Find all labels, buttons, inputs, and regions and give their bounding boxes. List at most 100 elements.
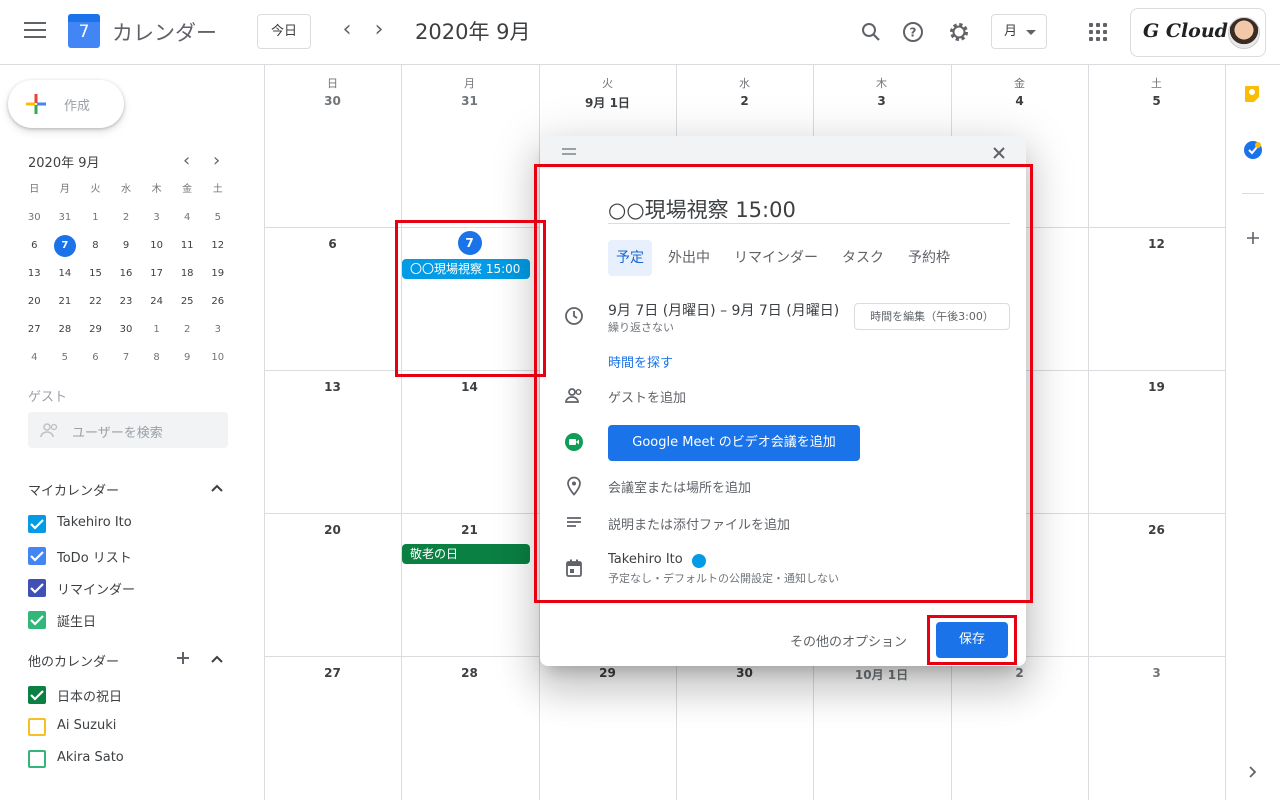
mini-day[interactable]: 2 — [111, 204, 142, 232]
calendar-list-item[interactable]: Takehiro Ito — [28, 511, 228, 535]
checkbox-checked-icon[interactable] — [28, 547, 46, 565]
event-date-range[interactable]: 9月 7日 (月曜日) – 9月 7日 (月曜日) — [608, 300, 839, 320]
mini-day[interactable]: 9 — [111, 232, 142, 260]
date-number[interactable]: 10月 1日 — [813, 666, 950, 683]
close-icon[interactable] — [990, 144, 1008, 162]
keep-icon[interactable] — [1244, 85, 1260, 103]
mini-day[interactable]: 28 — [50, 316, 81, 344]
mini-day[interactable]: 24 — [141, 288, 172, 316]
mini-day[interactable]: 16 — [111, 260, 142, 288]
date-number[interactable]: 5 — [1088, 94, 1225, 108]
calendar-owner-name[interactable]: Takehiro Ito — [608, 552, 683, 567]
mini-day[interactable]: 20 — [19, 288, 50, 316]
prev-month-button[interactable]: ‹ — [336, 19, 358, 42]
tab-event-type[interactable]: 予定 — [608, 240, 652, 276]
main-menu-icon[interactable] — [24, 22, 46, 40]
date-number[interactable]: 27 — [264, 666, 401, 680]
date-number[interactable]: 19 — [1088, 380, 1225, 394]
date-number[interactable]: 4 — [951, 94, 1088, 108]
account-brand-box[interactable]: G Cloud — [1130, 8, 1266, 57]
add-google-meet-button[interactable]: Google Meet のビデオ会議を追加 — [608, 425, 860, 461]
mini-day[interactable]: 4 — [172, 204, 203, 232]
mini-day[interactable]: 8 — [80, 232, 111, 260]
date-number[interactable]: 6 — [264, 237, 401, 251]
mini-day[interactable]: 10 — [202, 344, 233, 372]
mini-day[interactable]: 9 — [172, 344, 203, 372]
mini-day[interactable]: 22 — [80, 288, 111, 316]
tab-event-type[interactable]: 外出中 — [660, 240, 718, 276]
dialog-drag-bar[interactable] — [540, 136, 1026, 168]
date-number[interactable]: 30 — [676, 666, 813, 680]
event-chip-holiday[interactable]: 敬老の日 — [402, 544, 530, 564]
date-number[interactable]: 3 — [813, 94, 950, 108]
chevron-up-icon[interactable] — [210, 652, 224, 666]
find-time-link[interactable]: 時間を探す — [608, 352, 673, 371]
event-chip-new[interactable]: 〇〇現場視察 15:00 — [402, 259, 530, 279]
calendar-list-item[interactable]: リマインダー — [28, 575, 228, 599]
mini-day[interactable]: 27 — [19, 316, 50, 344]
my-calendars-title[interactable]: マイカレンダー — [28, 480, 119, 499]
mini-day[interactable]: 4 — [19, 344, 50, 372]
today-date-number[interactable]: 7 — [401, 231, 538, 255]
date-number[interactable]: 31 — [401, 94, 538, 108]
mini-day[interactable]: 29 — [80, 316, 111, 344]
date-number[interactable]: 21 — [401, 523, 538, 537]
tasks-icon[interactable] — [1243, 140, 1263, 160]
mini-day[interactable]: 5 — [202, 204, 233, 232]
user-search-input[interactable]: ユーザーを検索 — [28, 412, 228, 448]
mini-day[interactable]: 26 — [202, 288, 233, 316]
mini-day[interactable]: 30 — [19, 204, 50, 232]
mini-day[interactable]: 11 — [172, 232, 203, 260]
calendar-list-item[interactable]: Akira Sato — [28, 746, 228, 770]
date-number[interactable]: 3 — [1088, 666, 1225, 680]
next-month-button[interactable]: › — [368, 19, 390, 42]
help-icon[interactable]: ? — [901, 20, 925, 44]
chevron-right-icon[interactable] — [1248, 765, 1258, 779]
date-number[interactable]: 14 — [401, 380, 538, 394]
mini-day[interactable]: 15 — [80, 260, 111, 288]
checkbox-unchecked-icon[interactable] — [28, 750, 46, 768]
mini-day[interactable]: 17 — [141, 260, 172, 288]
mini-day[interactable]: 3 — [141, 204, 172, 232]
drag-handle-icon[interactable] — [562, 148, 576, 158]
mini-prev-button[interactable]: ‹ — [183, 150, 190, 171]
today-button[interactable]: 今日 — [257, 14, 311, 49]
checkbox-checked-icon[interactable] — [28, 686, 46, 704]
event-title-input[interactable]: ○○現場視察 15:00 — [608, 194, 1010, 224]
mini-day[interactable]: 30 — [111, 316, 142, 344]
add-description-field[interactable]: 説明または添付ファイルを追加 — [608, 514, 790, 533]
mini-next-button[interactable]: › — [213, 150, 220, 171]
mini-day[interactable]: 14 — [50, 260, 81, 288]
mini-day[interactable]: 1 — [141, 316, 172, 344]
date-number[interactable]: 2 — [676, 94, 813, 108]
mini-day[interactable]: 31 — [50, 204, 81, 232]
date-number[interactable]: 20 — [264, 523, 401, 537]
other-calendars-title[interactable]: 他のカレンダー — [28, 651, 119, 670]
checkbox-checked-icon[interactable] — [28, 579, 46, 597]
apps-grid-icon[interactable] — [1089, 23, 1107, 41]
mini-day[interactable]: 2 — [172, 316, 203, 344]
edit-time-button[interactable]: 時間を編集（午後3:00） — [854, 303, 1010, 330]
chevron-up-icon[interactable] — [210, 481, 224, 495]
mini-day[interactable]: 18 — [172, 260, 203, 288]
date-number[interactable]: 29 — [539, 666, 676, 680]
mini-day[interactable]: 8 — [141, 344, 172, 372]
mini-day[interactable]: 10 — [141, 232, 172, 260]
mini-day[interactable]: 21 — [50, 288, 81, 316]
date-number[interactable]: 2 — [951, 666, 1088, 680]
tab-event-type[interactable]: リマインダー — [726, 240, 826, 276]
checkbox-unchecked-icon[interactable] — [28, 718, 46, 736]
mini-day[interactable]: 7 — [111, 344, 142, 372]
create-button[interactable]: 作成 — [8, 80, 124, 128]
date-number[interactable]: 28 — [401, 666, 538, 680]
mini-day[interactable]: 1 — [80, 204, 111, 232]
add-location-field[interactable]: 会議室または場所を追加 — [608, 477, 751, 496]
settings-gear-icon[interactable] — [947, 20, 971, 44]
mini-day[interactable]: 25 — [172, 288, 203, 316]
add-guests-field[interactable]: ゲストを追加 — [608, 387, 686, 406]
date-number[interactable]: 30 — [264, 94, 401, 108]
date-number[interactable]: 9月 1日 — [539, 94, 676, 111]
calendar-list-item[interactable]: 日本の祝日 — [28, 682, 228, 706]
calendar-list-item[interactable]: 誕生日 — [28, 607, 228, 631]
tab-event-type[interactable]: タスク — [834, 240, 892, 276]
